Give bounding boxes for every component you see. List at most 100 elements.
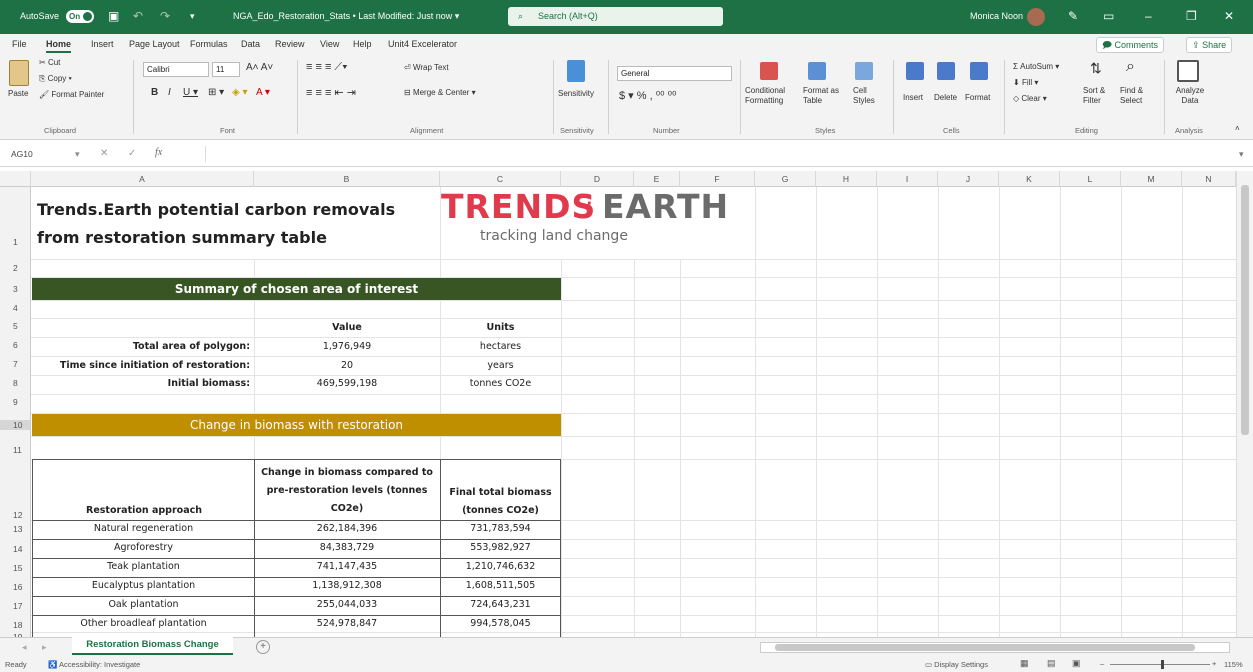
wrap-text-button[interactable]: ⏎ Wrap Text — [404, 63, 449, 72]
find-select-button[interactable]: Find & Select — [1120, 86, 1156, 106]
summary-col-units[interactable]: Units — [440, 322, 561, 333]
change-approach-2[interactable]: Agroforestry — [33, 542, 254, 553]
formula-input[interactable] — [205, 146, 1235, 162]
zoom-in-icon[interactable]: + — [1212, 659, 1216, 668]
summary-label-area[interactable]: Total area of polygon: — [33, 341, 250, 352]
change-approach-3[interactable]: Teak plantation — [33, 561, 254, 572]
search-input[interactable]: ⌕ Search (Alt+Q) — [508, 7, 723, 26]
align-left-icon[interactable]: ≡ ≡ ≡ ⇤ ⇥ — [306, 86, 356, 99]
change-final-6[interactable]: 994,578,045 — [440, 618, 561, 629]
format-cells-icon[interactable] — [970, 62, 988, 80]
ribbon-display-icon[interactable]: ▭ — [1103, 9, 1114, 23]
bold-icon[interactable]: B — [151, 87, 158, 98]
summary-value-time[interactable]: 20 — [254, 360, 440, 371]
analyze-data-icon[interactable] — [1177, 60, 1199, 82]
borders-icon[interactable]: ⊞ ▾ — [208, 87, 224, 98]
row-header-13[interactable]: 13 — [0, 524, 31, 534]
row-header-1[interactable]: 1 — [0, 237, 31, 247]
font-name-dropdown[interactable]: Calibri — [143, 62, 209, 77]
zoom-level[interactable]: 115% — [1224, 660, 1243, 669]
minimize-icon[interactable]: – — [1145, 9, 1152, 23]
change-header[interactable]: Change in biomass with restoration — [32, 414, 561, 436]
summary-label-time[interactable]: Time since initiation of restoration: — [33, 360, 250, 371]
underline-icon[interactable]: U ▾ — [183, 87, 198, 98]
summary-units-biomass[interactable]: tonnes CO2e — [440, 378, 561, 389]
column-header-g[interactable]: G — [755, 171, 816, 187]
row-header-12[interactable]: 12 — [0, 510, 31, 520]
paste-button[interactable]: Paste — [8, 89, 28, 98]
row-header-8[interactable]: 8 — [0, 378, 31, 388]
display-settings-button[interactable]: ▭ Display Settings — [925, 660, 988, 669]
sheet-tab-restoration-biomass-change[interactable]: Restoration Biomass Change — [72, 637, 233, 655]
tab-formulas[interactable]: Formulas — [190, 39, 228, 49]
change-col-change[interactable]: Change in biomass compared to pre-restor… — [256, 464, 438, 518]
change-value-2[interactable]: 84,383,729 — [254, 542, 440, 553]
delete-cells-icon[interactable] — [937, 62, 955, 80]
change-value-3[interactable]: 741,147,435 — [254, 561, 440, 572]
zoom-slider-handle[interactable] — [1161, 660, 1164, 669]
tab-file[interactable]: File — [12, 39, 27, 49]
zoom-slider[interactable] — [1110, 664, 1210, 665]
expand-formula-icon[interactable]: ▾ — [1239, 149, 1244, 160]
font-color-icon[interactable]: A ▾ — [256, 87, 270, 98]
summary-value-biomass[interactable]: 469,599,198 — [254, 378, 440, 389]
change-approach-5[interactable]: Oak plantation — [33, 599, 254, 610]
cell-styles-button[interactable]: Cell Styles — [853, 86, 883, 106]
row-header-2[interactable]: 2 — [0, 263, 31, 273]
pen-icon[interactable]: ✎ — [1068, 9, 1078, 23]
document-title[interactable]: NGA_Edo_Restoration_Stats • Last Modifie… — [233, 11, 459, 22]
format-cells-button[interactable]: Format — [965, 93, 990, 102]
row-header-3[interactable]: 3 — [0, 284, 31, 294]
currency-icon[interactable]: $ ▾ % , ⁰⁰ ⁰⁰ — [619, 89, 676, 102]
analyze-data-button[interactable]: Analyze Data — [1172, 86, 1208, 106]
row-header-18[interactable]: 18 — [0, 620, 31, 630]
change-value-6[interactable]: 524,978,847 — [254, 618, 440, 629]
font-size-dropdown[interactable]: 11 — [212, 62, 240, 77]
row-header-5[interactable]: 5 — [0, 321, 31, 331]
row-header-6[interactable]: 6 — [0, 340, 31, 350]
autosave-toggle[interactable]: On — [66, 10, 94, 23]
change-value-1[interactable]: 262,184,396 — [254, 523, 440, 534]
number-format-dropdown[interactable]: General — [617, 66, 732, 81]
close-icon[interactable]: ✕ — [1224, 9, 1234, 23]
sensitivity-button[interactable]: Sensitivity — [558, 89, 594, 98]
vertical-scroll-thumb[interactable] — [1241, 185, 1249, 435]
change-approach-1[interactable]: Natural regeneration — [33, 523, 254, 534]
summary-units-time[interactable]: years — [440, 360, 561, 371]
page-break-view-icon[interactable]: ▣ — [1072, 658, 1081, 669]
tab-review[interactable]: Review — [275, 39, 305, 49]
tab-page-layout[interactable]: Page Layout — [129, 39, 180, 49]
summary-header[interactable]: Summary of chosen area of interest — [32, 278, 561, 300]
summary-units-area[interactable]: hectares — [440, 341, 561, 352]
vertical-scrollbar[interactable] — [1236, 171, 1253, 637]
tab-view[interactable]: View — [320, 39, 339, 49]
tab-help[interactable]: Help — [353, 39, 372, 49]
change-value-4[interactable]: 1,138,912,308 — [254, 580, 440, 591]
normal-view-icon[interactable]: ▦ — [1020, 658, 1029, 669]
insert-cells-icon[interactable] — [906, 62, 924, 80]
delete-cells-button[interactable]: Delete — [934, 93, 957, 102]
summary-value-area[interactable]: 1,976,949 — [254, 341, 440, 352]
change-final-1[interactable]: 731,783,594 — [440, 523, 561, 534]
column-header-f[interactable]: F — [680, 171, 755, 187]
restore-icon[interactable]: ❐ — [1186, 9, 1197, 23]
collapse-ribbon-icon[interactable]: ˄ — [1235, 124, 1240, 133]
confirm-entry-icon[interactable]: ✓ — [128, 148, 136, 159]
zoom-out-icon[interactable]: – — [1100, 659, 1104, 668]
clear-button[interactable]: ◇ Clear ▾ — [1013, 94, 1047, 103]
change-col-approach[interactable]: Restoration approach — [86, 505, 202, 516]
column-header-d[interactable]: D — [561, 171, 634, 187]
row-header-9[interactable]: 9 — [0, 397, 31, 407]
name-box[interactable]: AG10 — [8, 146, 66, 162]
grow-font-icon[interactable]: A˄ A˅ — [246, 62, 273, 73]
format-as-table-button[interactable]: Format as Table — [803, 86, 851, 106]
save-icon[interactable]: ▣ — [108, 9, 119, 23]
column-header-e[interactable]: E — [634, 171, 680, 187]
row-header-17[interactable]: 17 — [0, 601, 31, 611]
row-header-15[interactable]: 15 — [0, 563, 31, 573]
sort-filter-button[interactable]: Sort & Filter — [1083, 86, 1117, 106]
format-painter-button[interactable]: 🖌 Format Painter — [39, 90, 104, 99]
change-final-5[interactable]: 724,643,231 — [440, 599, 561, 610]
change-approach-4[interactable]: Eucalyptus plantation — [33, 580, 254, 591]
fill-button[interactable]: ⬇ Fill ▾ — [1013, 78, 1038, 87]
